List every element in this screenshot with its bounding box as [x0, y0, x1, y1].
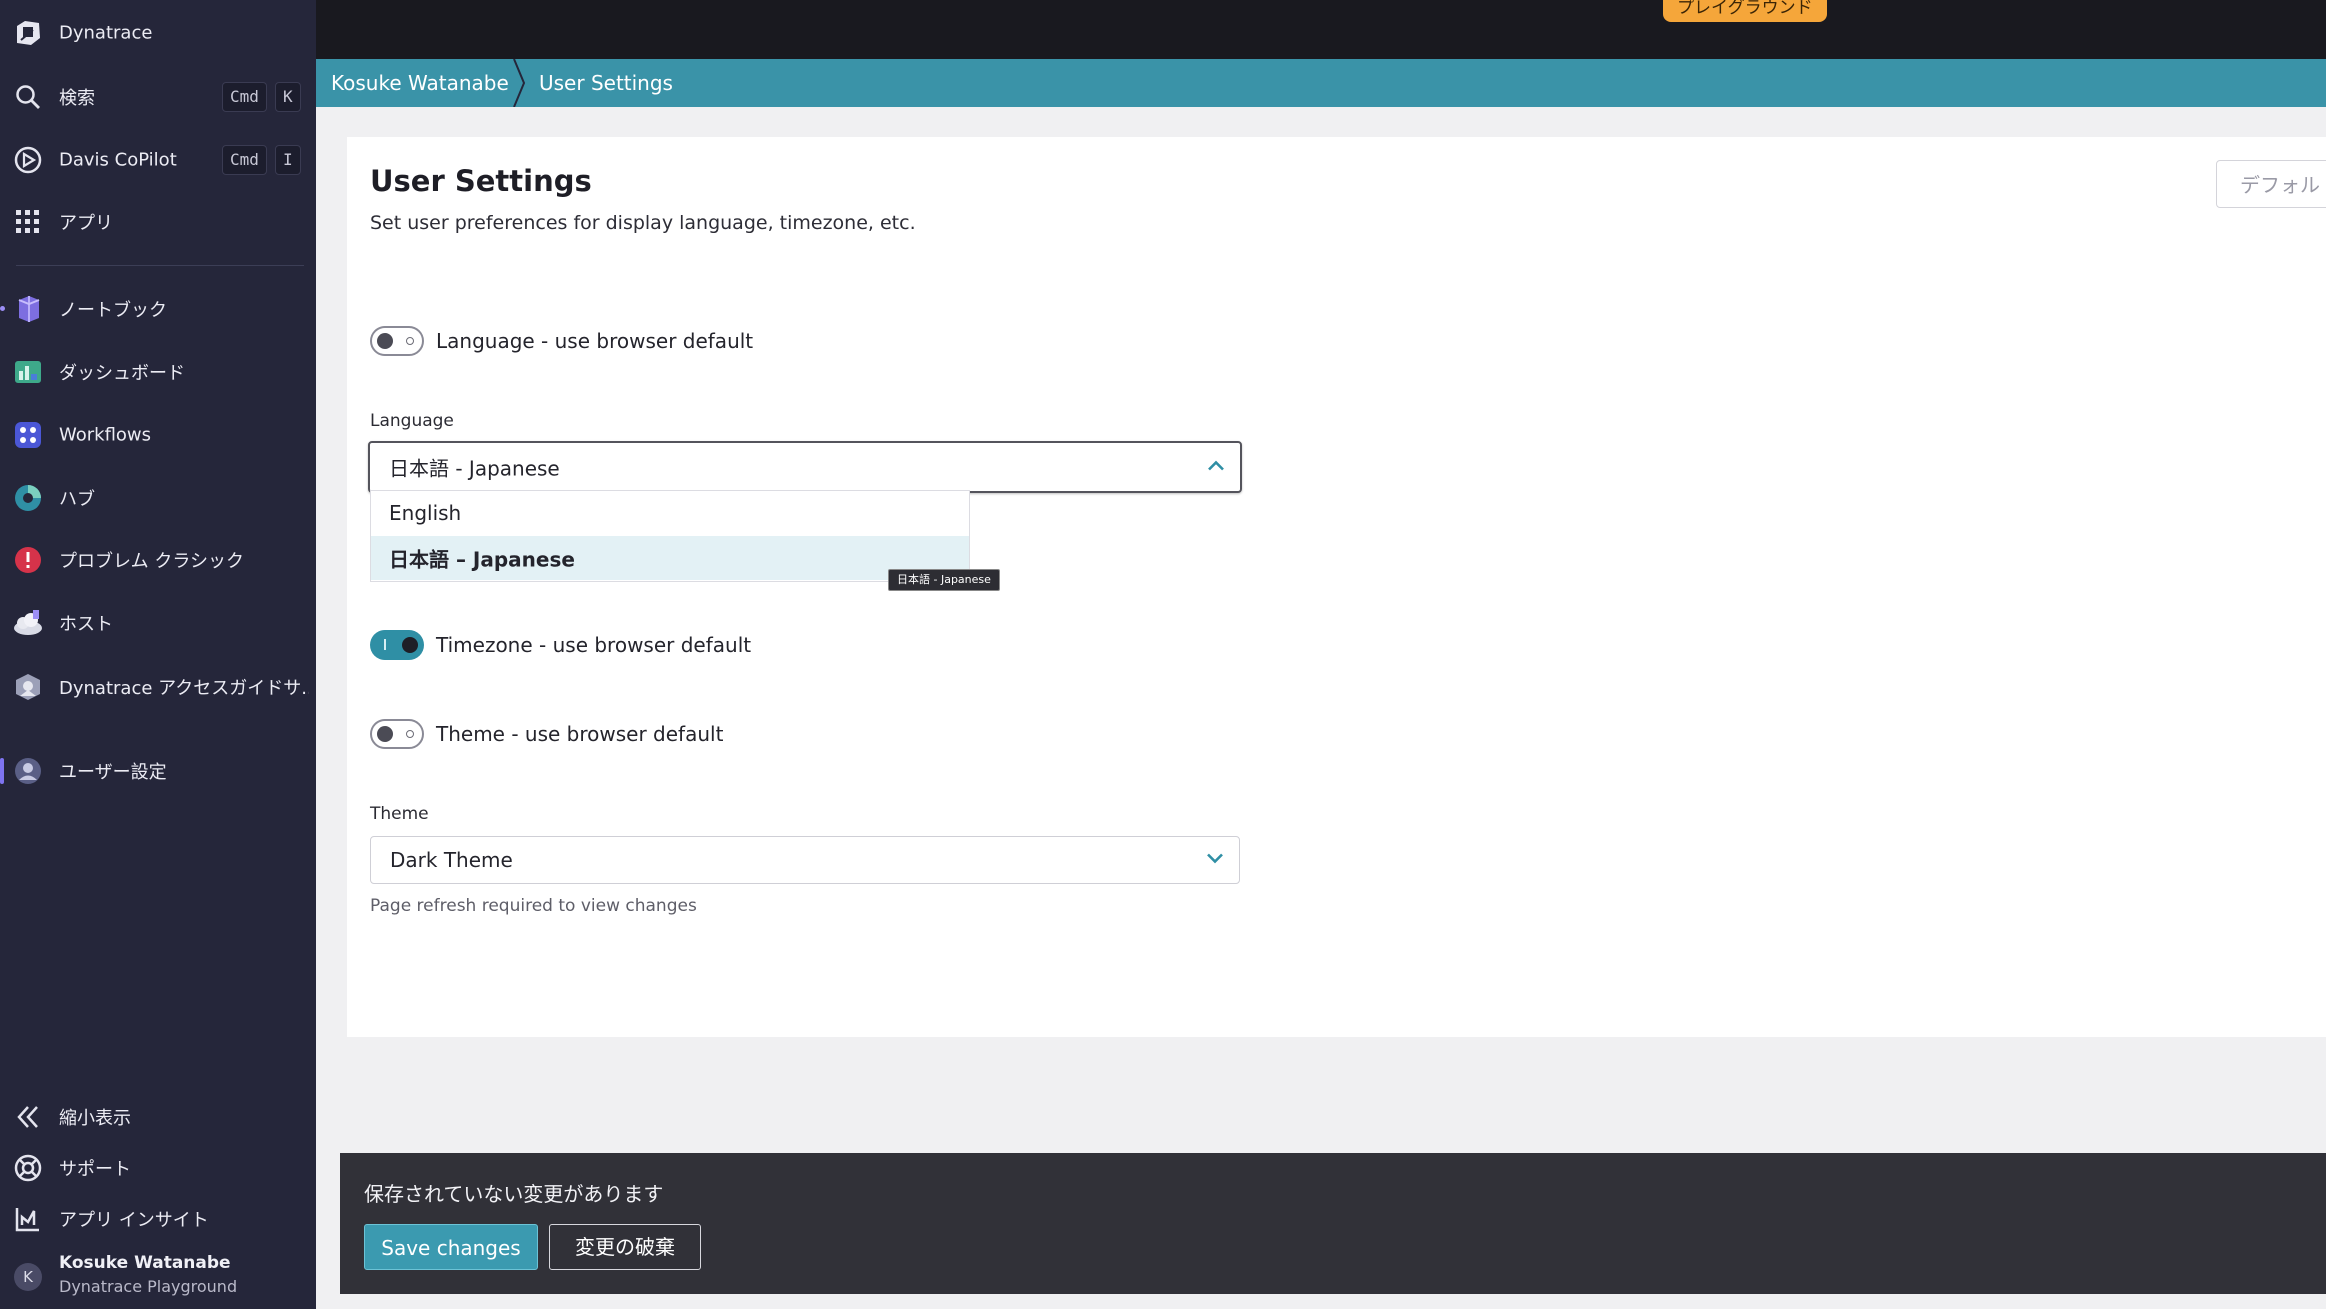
- double-chevron-left-icon: [12, 1101, 44, 1133]
- unsaved-changes-bar: 保存されていない変更があります Save changes 変更の破棄: [340, 1153, 2326, 1294]
- sidebar-item-notebooks[interactable]: ノートブック: [0, 282, 316, 336]
- shortcut-key-cmd: Cmd: [222, 145, 267, 175]
- sidebar-item-hosts[interactable]: ホスト: [0, 596, 316, 650]
- language-select[interactable]: 日本語 - Japanese: [368, 441, 1242, 493]
- language-option-japanese[interactable]: 日本語 – Japanese: [371, 536, 969, 580]
- toggle-knob: [377, 333, 393, 349]
- theme-select[interactable]: Dark Theme: [370, 836, 1240, 884]
- theme-refresh-hint: Page refresh required to view changes: [370, 896, 697, 916]
- sidebar-item-problems-classic[interactable]: プロブレム クラシック: [0, 533, 316, 587]
- sidebar-item-label: ハブ: [59, 489, 95, 510]
- sidebar-item-user-settings[interactable]: ユーザー設定: [0, 744, 316, 798]
- toggle-off-indicator: [406, 730, 414, 738]
- playground-badge: プレイグラウンド: [1663, 0, 1827, 22]
- language-toggle-label: Language - use browser default: [436, 329, 754, 353]
- toggle-off-indicator: [406, 337, 414, 345]
- breadcrumb-separator-icon: [512, 58, 528, 111]
- theme-default-toggle[interactable]: [370, 719, 424, 749]
- avatar: K: [14, 1263, 42, 1291]
- theme-select-value: Dark Theme: [390, 848, 513, 872]
- sidebar-item-hub[interactable]: ハブ: [0, 471, 316, 525]
- sidebar-item-workflows[interactable]: Workflows: [0, 408, 316, 462]
- sidebar-item-label: ノートブック: [59, 300, 167, 321]
- insights-chart-icon: [12, 1203, 44, 1235]
- sidebar-item-label: ダッシュボード: [59, 363, 185, 384]
- timezone-default-toggle[interactable]: [370, 630, 424, 660]
- sidebar-divider: [16, 265, 304, 266]
- option-label: 日本語 – Japanese: [389, 547, 575, 572]
- toggle-knob: [377, 726, 393, 742]
- language-default-toggle[interactable]: [370, 326, 424, 356]
- brand-home-link[interactable]: Dynatrace: [0, 6, 316, 60]
- app-insights-nav-item[interactable]: アプリ インサイト: [0, 1192, 316, 1246]
- toggle-on-indicator: [384, 639, 386, 650]
- support-label: サポート: [59, 1159, 131, 1180]
- insights-label: アプリ インサイト: [59, 1210, 209, 1231]
- dashboard-icon: [12, 356, 44, 388]
- user-name: Kosuke Watanabe: [59, 1253, 231, 1273]
- sidebar-item-label: プロブレム クラシック: [59, 551, 245, 572]
- workflows-icon: [12, 419, 44, 451]
- language-dropdown-menu: English 日本語 – Japanese: [370, 490, 970, 582]
- sidebar-item-label: Dynatrace アクセスガイドサ...: [59, 678, 309, 699]
- page-subtitle: Set user preferences for display languag…: [370, 212, 916, 234]
- user-environment: Dynatrace Playground: [59, 1277, 238, 1296]
- shortcut-key-cmd: Cmd: [222, 82, 267, 112]
- sidebar-item-label: ホスト: [59, 614, 113, 635]
- page-title: User Settings: [370, 164, 592, 198]
- apps-label: アプリ: [59, 213, 113, 234]
- top-bar: プレイグラウンド: [316, 0, 2326, 59]
- timezone-toggle-label: Timezone - use browser default: [436, 633, 752, 657]
- collapse-label: 縮小表示: [59, 1108, 131, 1129]
- breadcrumb: Kosuke Watanabe User Settings: [316, 58, 2326, 108]
- option-tooltip: 日本語 - Japanese: [888, 569, 1000, 591]
- chevron-down-icon: [1205, 851, 1225, 870]
- hub-icon: [12, 482, 44, 514]
- access-guide-icon: [12, 671, 44, 703]
- sidebar: Dynatrace 検索 Cmd K Davis CoPilot Cmd I ア…: [0, 0, 316, 1309]
- apps-grid-icon: [12, 206, 44, 238]
- chevron-up-icon: [1206, 458, 1226, 477]
- unsaved-changes-message: 保存されていない変更があります: [364, 1182, 664, 1206]
- sidebar-item-label: ユーザー設定: [59, 762, 167, 783]
- dynatrace-logo-icon: [12, 17, 44, 49]
- breadcrumb-current: User Settings: [539, 71, 673, 95]
- restore-defaults-button[interactable]: デフォル: [2216, 160, 2326, 208]
- search-label: 検索: [59, 88, 95, 109]
- language-option-english[interactable]: English: [371, 491, 969, 535]
- support-nav-item[interactable]: サポート: [0, 1141, 316, 1195]
- search-icon: [12, 81, 44, 113]
- copilot-label: Davis CoPilot: [59, 149, 177, 171]
- copilot-nav-item[interactable]: Davis CoPilot Cmd I: [0, 133, 316, 187]
- shortcut-key-k: K: [275, 82, 301, 112]
- user-settings-icon: [12, 755, 44, 787]
- save-changes-button[interactable]: Save changes: [364, 1224, 538, 1270]
- apps-nav-item[interactable]: アプリ: [0, 195, 316, 249]
- copilot-icon: [12, 144, 44, 176]
- sidebar-item-label: Workflows: [59, 424, 152, 446]
- breadcrumb-root[interactable]: Kosuke Watanabe: [331, 59, 509, 107]
- user-profile-menu[interactable]: K Kosuke Watanabe Dynatrace Playground: [0, 1245, 316, 1305]
- toggle-knob: [402, 637, 418, 653]
- host-icon: [12, 607, 44, 639]
- sidebar-item-dashboards[interactable]: ダッシュボード: [0, 345, 316, 399]
- search-nav-item[interactable]: 検索 Cmd K: [0, 70, 316, 124]
- brand-label: Dynatrace: [59, 22, 153, 44]
- shortcut-key-i: I: [275, 145, 301, 175]
- problem-icon: [12, 544, 44, 576]
- theme-toggle-label: Theme - use browser default: [436, 722, 724, 746]
- collapse-sidebar-button[interactable]: 縮小表示: [0, 1090, 316, 1144]
- language-field-label: Language: [370, 411, 454, 431]
- support-lifebuoy-icon: [12, 1152, 44, 1184]
- option-label: English: [389, 501, 462, 525]
- language-select-value: 日本語 - Japanese: [389, 456, 560, 481]
- sidebar-item-access-guide[interactable]: Dynatrace アクセスガイドサ...: [0, 660, 316, 714]
- discard-changes-button[interactable]: 変更の破棄: [549, 1224, 701, 1270]
- notebook-icon: [12, 293, 44, 325]
- theme-field-label: Theme: [370, 804, 429, 824]
